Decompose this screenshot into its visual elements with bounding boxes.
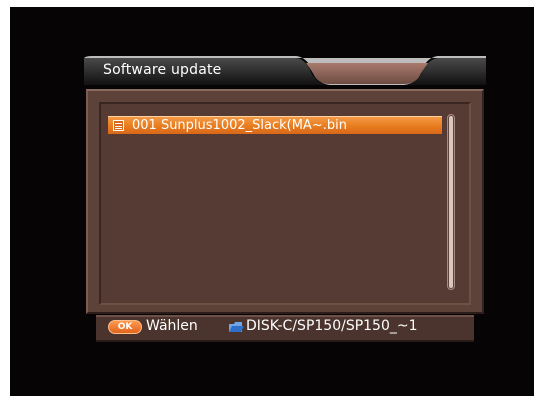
- window-title: Software update: [103, 62, 222, 78]
- ok-action-label: Wählen: [146, 318, 198, 334]
- ok-button[interactable]: OK: [108, 320, 142, 334]
- file-list-item-selected[interactable]: 001 Sunplus1002_Slack(MA~.bin: [108, 116, 442, 134]
- scrollbar[interactable]: [447, 114, 455, 290]
- file-icon: [113, 120, 124, 131]
- folder-icon: [229, 322, 244, 332]
- title-bar: Software update: [84, 55, 486, 87]
- current-path: DISK-C/SP150/SP150_~1: [246, 318, 418, 334]
- scrollbar-thumb[interactable]: [449, 116, 453, 288]
- file-name: 001 Sunplus1002_Slack(MA~.bin: [132, 118, 347, 133]
